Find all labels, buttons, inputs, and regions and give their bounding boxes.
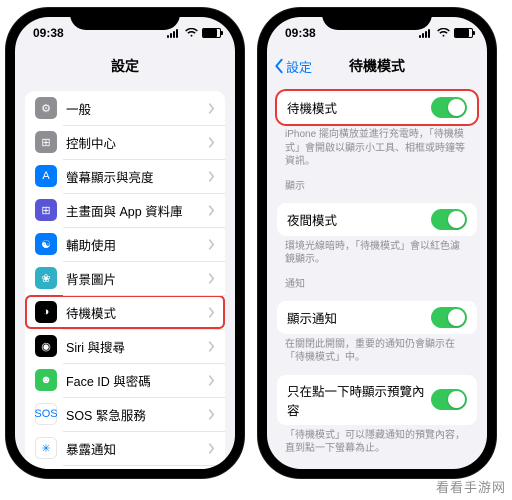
- chevron-right-icon: [208, 409, 215, 420]
- settings-row-home-screen[interactable]: ⊞ 主畫面與 App 資料庫: [25, 193, 225, 227]
- row-label: 輔助使用: [66, 235, 208, 254]
- chevron-right-icon: [208, 341, 215, 352]
- signal-icon: [419, 28, 433, 38]
- watermark: 看看手游网: [436, 477, 506, 496]
- settings-row-display[interactable]: A 螢幕顯示與亮度: [25, 159, 225, 193]
- phone-right: 09:38 設定 待機模式 待機模式: [258, 8, 496, 478]
- sos-icon: SOS: [35, 403, 57, 425]
- settings-row-accessibility[interactable]: ☯ 輔助使用: [25, 227, 225, 261]
- preview-group: 只在點一下時顯示預覽內容: [277, 375, 477, 425]
- chevron-right-icon: [208, 273, 215, 284]
- row-label: 背景圖片: [66, 269, 208, 288]
- notch: [70, 8, 180, 30]
- nav-header: 設定 待機模式: [267, 49, 487, 83]
- row-label: 待機模式: [66, 303, 208, 322]
- row-label: SOS 緊急服務: [66, 405, 208, 424]
- chevron-right-icon: [208, 443, 215, 454]
- row-label: 只在點一下時顯示預覽內容: [287, 381, 431, 419]
- notif-group: 顯示通知: [277, 301, 477, 334]
- battery-icon: [454, 28, 473, 38]
- settings-row-wallpaper[interactable]: ❀ 背景圖片: [25, 261, 225, 295]
- nav-header: 設定: [15, 49, 235, 83]
- standby-footer: iPhone 擺向橫放並進行充電時，「待機模式」會開啟以顯示小工具、相框或時鐘等…: [267, 124, 487, 169]
- chevron-right-icon: [208, 171, 215, 182]
- wallpaper-icon: ❀: [35, 267, 57, 289]
- row-label: 待機模式: [287, 98, 431, 117]
- standby-toggle-row[interactable]: 待機模式: [277, 91, 477, 124]
- display-section-header: 顯示: [267, 169, 487, 195]
- preview-footer: 「待機模式」可以隱藏通知的預覽內容，直到點一下螢幕為止。: [267, 425, 487, 456]
- settings-list[interactable]: ⚙ 一般 ⊞ 控制中心 A 螢幕顯示與亮度 ⊞ 主畫面與 App 資料庫 ☯ 輔助使用 ❀ 背景圖片 ◑…: [15, 83, 235, 469]
- night-mode-toggle[interactable]: [431, 209, 467, 230]
- row-label: 主畫面與 App 資料庫: [66, 201, 208, 220]
- row-label: Siri 與搜尋: [66, 337, 208, 356]
- notch: [322, 8, 432, 30]
- settings-row-siri[interactable]: ◉ Siri 與搜尋: [25, 329, 225, 363]
- settings-row-exposure[interactable]: ✳ 暴露通知: [25, 431, 225, 465]
- settings-row-battery[interactable]: ▮電池: [25, 465, 225, 469]
- show-notif-row[interactable]: 顯示通知: [277, 301, 477, 334]
- page-title: 待機模式: [349, 56, 405, 76]
- chevron-right-icon: [208, 205, 215, 216]
- night-footer: 環境光線暗時，「待機模式」會以紅色濾鏡顯示。: [267, 236, 487, 267]
- row-label: 暴露通知: [66, 439, 208, 458]
- back-button[interactable]: 設定: [273, 57, 312, 76]
- wifi-icon: [437, 28, 450, 38]
- settings-row-control-center[interactable]: ⊞ 控制中心: [25, 125, 225, 159]
- row-label: 顯示通知: [287, 308, 431, 327]
- status-time: 09:38: [285, 26, 316, 40]
- row-label: 一般: [66, 99, 208, 118]
- general-icon: ⚙: [35, 97, 57, 119]
- standby-icon: ◑: [35, 301, 57, 323]
- chevron-right-icon: [208, 375, 215, 386]
- accessibility-icon: ☯: [35, 233, 57, 255]
- standby-main-group: 待機模式: [277, 91, 477, 124]
- chevron-left-icon: [273, 58, 285, 74]
- notif-footer: 在關閉此開關，重要的通知仍會顯示在「待機模式」中。: [267, 334, 487, 365]
- settings-row-standby[interactable]: ◑ 待機模式: [25, 295, 225, 329]
- chevron-right-icon: [208, 103, 215, 114]
- row-label: 夜間模式: [287, 210, 431, 229]
- control-center-icon: ⊞: [35, 131, 57, 153]
- standby-toggle[interactable]: [431, 97, 467, 118]
- phone-left: 09:38 設定 ⚙ 一般 ⊞ 控制中心 A 螢幕顯示與亮度 ⊞ 主畫面與 App 資料庫 ☯ 輔…: [6, 8, 244, 478]
- signal-icon: [167, 28, 181, 38]
- show-notif-toggle[interactable]: [431, 307, 467, 328]
- display-group: 夜間模式: [277, 203, 477, 236]
- standby-settings[interactable]: 待機模式 iPhone 擺向橫放並進行充電時，「待機模式」會開啟以顯示小工具、相…: [267, 83, 487, 469]
- settings-row-sos[interactable]: SOS SOS 緊急服務: [25, 397, 225, 431]
- page-title: 設定: [111, 56, 139, 76]
- battery-icon: [202, 28, 221, 38]
- wifi-icon: [185, 28, 198, 38]
- night-mode-row[interactable]: 夜間模式: [277, 203, 477, 236]
- home-screen-icon: ⊞: [35, 199, 57, 221]
- chevron-right-icon: [208, 137, 215, 148]
- back-label: 設定: [286, 57, 312, 76]
- row-label: Face ID 與密碼: [66, 371, 208, 390]
- row-label: 螢幕顯示與亮度: [66, 167, 208, 186]
- settings-row-general[interactable]: ⚙ 一般: [25, 91, 225, 125]
- preview-toggle[interactable]: [431, 389, 467, 410]
- preview-row[interactable]: 只在點一下時顯示預覽內容: [277, 375, 477, 425]
- status-time: 09:38: [33, 26, 64, 40]
- siri-icon: ◉: [35, 335, 57, 357]
- chevron-right-icon: [208, 239, 215, 250]
- faceid-icon: ☻: [35, 369, 57, 391]
- display-icon: A: [35, 165, 57, 187]
- row-label: 控制中心: [66, 133, 208, 152]
- exposure-icon: ✳: [35, 437, 57, 459]
- notif-section-header: 通知: [267, 267, 487, 293]
- chevron-right-icon: [208, 307, 215, 318]
- settings-row-faceid[interactable]: ☻ Face ID 與密碼: [25, 363, 225, 397]
